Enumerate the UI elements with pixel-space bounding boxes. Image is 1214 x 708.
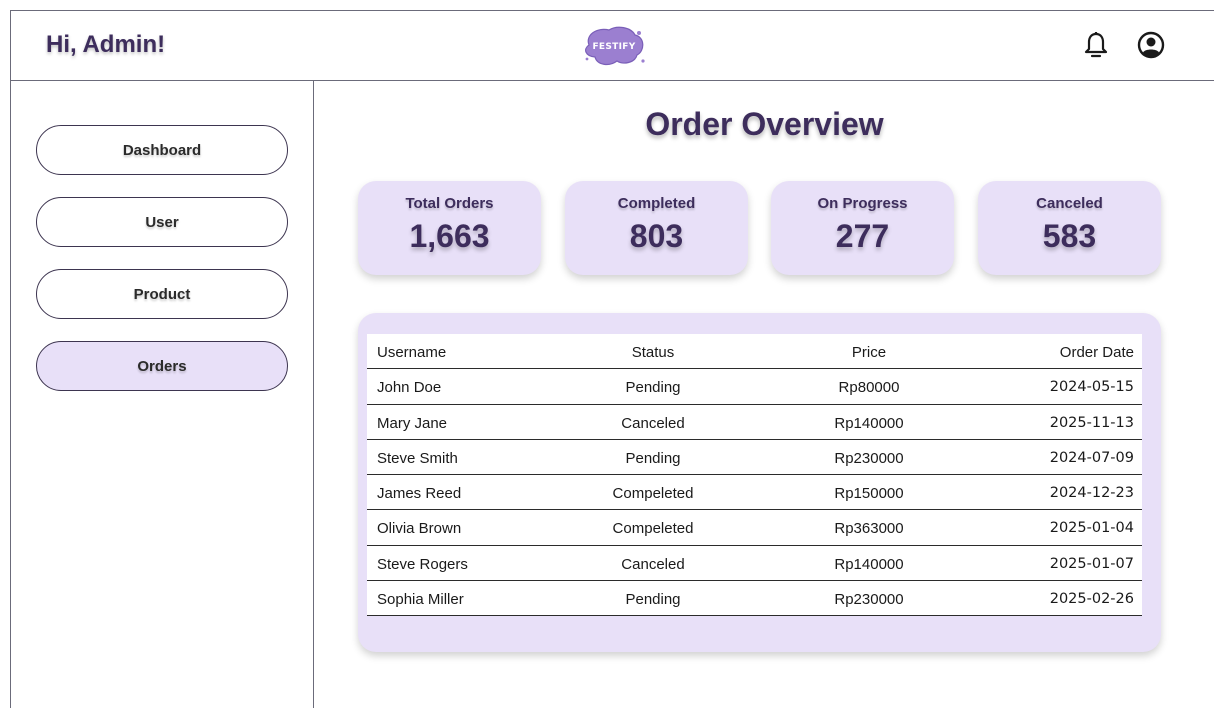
column-header-price[interactable]: Price	[852, 344, 886, 361]
stat-value: 277	[835, 218, 890, 254]
table-row[interactable]: Mary Jane Canceled Rp140000 2025-11-13	[367, 405, 1142, 440]
stat-card-completed: Completed 803	[565, 181, 748, 275]
cell-order-date: 2025-11-13	[1049, 414, 1134, 431]
cell-order-date: 2024-05-15	[1049, 379, 1134, 396]
sidebar-item-user[interactable]: User	[36, 197, 288, 247]
sidebar: Dashboard User Product Orders	[11, 81, 314, 708]
cell-status: Canceled	[621, 555, 685, 573]
cell-order-date: 2025-01-04	[1049, 520, 1134, 537]
cell-price: Rp150000	[834, 485, 904, 503]
cell-status: Pending	[625, 591, 681, 609]
column-header-order-date[interactable]: Order Date	[1060, 344, 1134, 361]
stat-card-total-orders: Total Orders 1,663	[358, 181, 541, 275]
table-row[interactable]: Steve Rogers Canceled Rp140000 2025-01-0…	[367, 546, 1142, 582]
app-frame: Hi, Admin! FESTIFY Dashboard User Produc…	[10, 10, 1214, 708]
stat-label: Total Orders	[405, 195, 494, 212]
cell-order-date: 2025-02-26	[1049, 591, 1134, 608]
cell-order-date: 2024-07-09	[1049, 449, 1134, 466]
top-header: Hi, Admin! FESTIFY	[11, 11, 1214, 81]
sidebar-item-orders[interactable]: Orders	[36, 341, 288, 391]
sidebar-item-product[interactable]: Product	[36, 269, 288, 319]
table-header-row: Username Status Price Order Date	[367, 334, 1142, 370]
cell-price: Rp80000	[838, 379, 900, 397]
orders-table-card: Username Status Price Order Date John Do…	[358, 313, 1161, 652]
cell-price: Rp140000	[834, 414, 904, 432]
column-header-status[interactable]: Status	[632, 344, 675, 361]
cell-username: Olivia Brown	[377, 520, 462, 538]
cell-status: Compeleted	[612, 485, 694, 503]
stat-label: Completed	[617, 195, 696, 212]
table-row[interactable]: Steve Smith Pending Rp230000 2024-07-09	[367, 440, 1142, 476]
cell-order-date: 2025-01-07	[1049, 555, 1134, 572]
cell-status: Canceled	[621, 414, 685, 432]
stat-value: 583	[1042, 218, 1097, 254]
table-row[interactable]: John Doe Pending Rp80000 2024-05-15	[367, 369, 1142, 405]
cell-username: Steve Smith	[377, 449, 458, 467]
stat-value: 803	[629, 218, 684, 254]
stat-card-on-progress: On Progress 277	[771, 181, 954, 275]
cell-order-date: 2024-12-23	[1049, 485, 1134, 502]
cell-username: Mary Jane	[377, 414, 448, 432]
orders-table: Username Status Price Order Date John Do…	[367, 334, 1142, 617]
stat-card-canceled: Canceled 583	[978, 181, 1161, 275]
cell-price: Rp230000	[834, 591, 904, 609]
cell-price: Rp140000	[834, 555, 904, 573]
sidebar-item-dashboard[interactable]: Dashboard	[36, 125, 288, 175]
stat-label: On Progress	[817, 195, 908, 212]
cell-username: Steve Rogers	[377, 555, 468, 573]
bell-icon[interactable]	[1083, 31, 1109, 59]
cell-price: Rp363000	[834, 520, 904, 538]
column-header-username[interactable]: Username	[377, 344, 446, 361]
cell-status: Pending	[625, 449, 681, 467]
cell-username: Sophia Miller	[377, 591, 464, 609]
table-row[interactable]: James Reed Compeleted Rp150000 2024-12-2…	[367, 475, 1142, 511]
stat-value: 1,663	[409, 218, 490, 254]
cell-price: Rp230000	[834, 449, 904, 467]
cell-status: Pending	[625, 379, 681, 397]
cell-status: Compeleted	[612, 520, 694, 538]
stat-label: Canceled	[1036, 195, 1103, 212]
page-title: Order Overview	[645, 106, 884, 142]
greeting-text: Hi, Admin!	[46, 31, 166, 58]
cell-username: James Reed	[377, 485, 462, 503]
table-row[interactable]: Sophia Miller Pending Rp230000 2025-02-2…	[367, 581, 1142, 617]
logo-text: FESTIFY	[592, 42, 635, 52]
cell-username: John Doe	[377, 379, 442, 397]
festify-logo[interactable]: FESTIFY	[579, 23, 649, 69]
user-circle-icon[interactable]	[1137, 31, 1165, 59]
table-row[interactable]: Olivia Brown Compeleted Rp363000 2025-01…	[367, 510, 1142, 546]
